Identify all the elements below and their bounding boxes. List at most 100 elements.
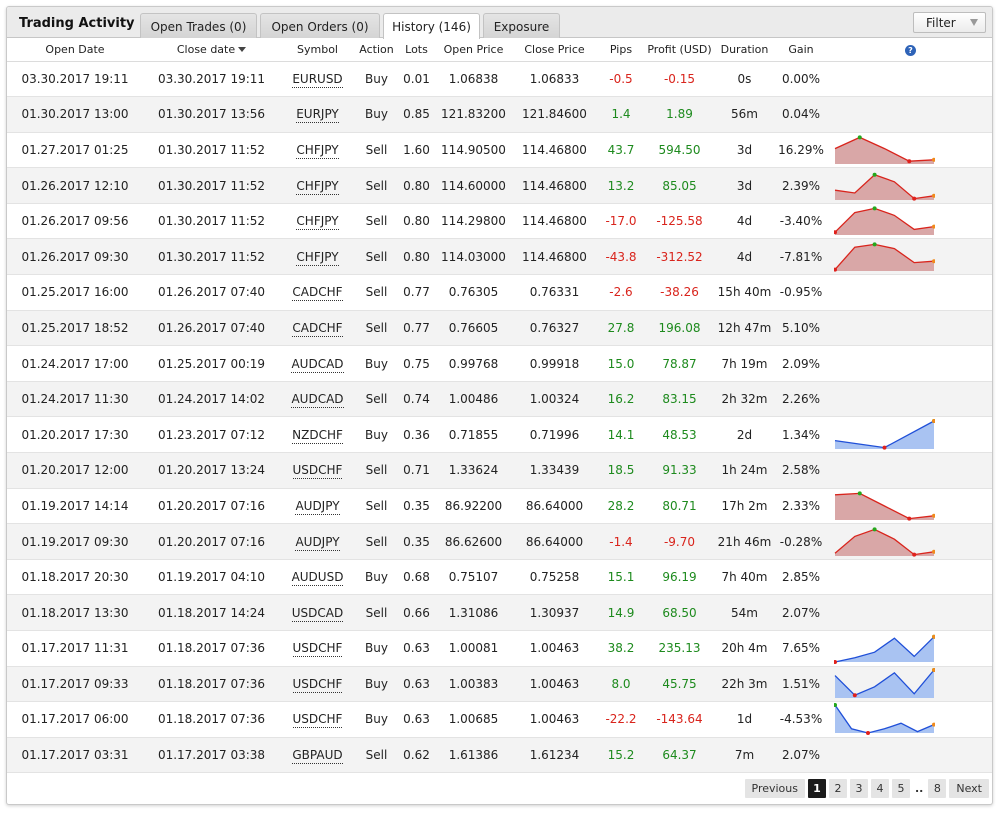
- tab-open-trades[interactable]: Open Trades (0): [140, 13, 257, 38]
- symbol-link[interactable]: USDCAD: [291, 605, 344, 622]
- pagination: Previous 1 2 3 4 5 .. 8 Next: [744, 778, 989, 798]
- symbol-link[interactable]: CADCHF: [292, 285, 343, 302]
- table-header-row: Open Date Close date Symbol Action Lots …: [7, 38, 992, 62]
- cell-duration: 4d: [714, 238, 775, 276]
- sparkline-area: [835, 528, 934, 556]
- page-3[interactable]: 3: [850, 778, 868, 798]
- col-duration[interactable]: Duration: [714, 38, 775, 62]
- symbol-link[interactable]: AUDJPY: [295, 534, 340, 551]
- cell-symbol: AUDJPY: [280, 523, 355, 560]
- tab-open-orders[interactable]: Open Orders (0): [260, 13, 380, 38]
- symbol-link[interactable]: USDCHF: [292, 676, 343, 693]
- cell-symbol: USDCHF: [280, 452, 355, 489]
- symbol-link[interactable]: CHFJPY: [296, 142, 339, 159]
- tab-exposure[interactable]: Exposure: [483, 13, 560, 38]
- col-lots[interactable]: Lots: [398, 38, 435, 62]
- symbol-link[interactable]: USDCHF: [292, 712, 343, 729]
- col-close-price[interactable]: Close Price: [512, 38, 597, 62]
- table-row[interactable]: 01.26.2017 09:56 01.30.2017 11:52 CHFJPY Se…: [7, 203, 992, 240]
- cell-close-date: 03.30.2017 19:11: [143, 61, 280, 98]
- symbol-link[interactable]: USDCHF: [292, 463, 343, 480]
- symbol-link[interactable]: AUDJPY: [295, 498, 340, 515]
- help-icon[interactable]: ?: [905, 44, 916, 56]
- table-row[interactable]: 01.20.2017 17:30 01.23.2017 07:12 NZDCHF Bu…: [7, 416, 992, 454]
- symbol-link[interactable]: GBPAUD: [292, 748, 343, 765]
- page-4[interactable]: 4: [871, 778, 889, 798]
- table-row[interactable]: 01.24.2017 11:30 01.24.2017 14:02 AUDCAD Se…: [7, 381, 992, 418]
- cell-gain: 2.09%: [775, 345, 827, 382]
- col-open-price[interactable]: Open Price: [435, 38, 512, 62]
- cell-duration: 54m: [714, 594, 775, 631]
- symbol-link[interactable]: AUDCAD: [291, 356, 344, 373]
- table-row[interactable]: 01.19.2017 09:30 01.20.2017 07:16 AUDJPY Se…: [7, 523, 992, 560]
- table-row[interactable]: 01.17.2017 11:31 01.18.2017 07:36 USDCHF Bu…: [7, 630, 992, 667]
- page-8[interactable]: 8: [928, 778, 947, 798]
- cell-profit: 235.13: [645, 630, 714, 667]
- symbol-link[interactable]: AUDUSD: [291, 570, 344, 587]
- cell-pips: 13.2: [597, 167, 645, 204]
- symbol-link[interactable]: USDCHF: [292, 641, 343, 658]
- col-open-date[interactable]: Open Date: [7, 38, 143, 62]
- table-row[interactable]: 03.30.2017 19:11 03.30.2017 19:11 EURUSD Bu…: [7, 61, 992, 98]
- sparkline-max-marker: [872, 206, 877, 211]
- page-1[interactable]: 1: [808, 778, 826, 798]
- table-row[interactable]: 01.30.2017 13:00 01.30.2017 13:56 EURJPY Bu…: [7, 96, 992, 133]
- col-action[interactable]: Action: [355, 38, 398, 62]
- filter-button[interactable]: Filter: [913, 12, 986, 33]
- symbol-link[interactable]: CHFJPY: [296, 178, 339, 195]
- table-row[interactable]: 01.27.2017 01:25 01.30.2017 11:52 CHFJPY Se…: [7, 132, 992, 169]
- table-row[interactable]: 01.18.2017 20:30 01.19.2017 04:10 AUDUSD Bu…: [7, 559, 992, 596]
- symbol-link[interactable]: NZDCHF: [292, 427, 343, 444]
- col-symbol[interactable]: Symbol: [280, 38, 355, 62]
- cell-sparkline: [827, 167, 992, 204]
- sparkline-chart: [834, 242, 935, 272]
- tab-history[interactable]: History (146): [383, 13, 480, 39]
- cell-action: Buy: [355, 559, 398, 596]
- cell-lots: 1.60: [398, 132, 435, 169]
- sparkline-chart: [834, 172, 935, 201]
- table-row[interactable]: 01.20.2017 12:00 01.20.2017 13:24 USDCHF Se…: [7, 452, 992, 489]
- cell-open-date: 01.17.2017 06:00: [7, 701, 143, 738]
- table-row[interactable]: 01.19.2017 14:14 01.20.2017 07:16 AUDJPY Se…: [7, 488, 992, 525]
- pagination-previous[interactable]: Previous: [744, 778, 805, 798]
- cell-symbol: CADCHF: [280, 274, 355, 311]
- col-profit[interactable]: Profit (USD): [645, 38, 714, 62]
- col-gain[interactable]: Gain: [775, 38, 827, 62]
- table-row[interactable]: 01.17.2017 03:31 01.17.2017 03:38 GBPAUD Se…: [7, 737, 992, 774]
- col-pips[interactable]: Pips: [597, 38, 645, 62]
- cell-sparkline: [827, 203, 992, 240]
- symbol-link[interactable]: EURJPY: [296, 107, 339, 124]
- symbol-link[interactable]: CHFJPY: [296, 249, 339, 266]
- col-close-date[interactable]: Close date: [143, 38, 280, 62]
- symbol-link[interactable]: CADCHF: [292, 320, 343, 337]
- cell-open-date: 01.18.2017 20:30: [7, 559, 143, 596]
- page-2[interactable]: 2: [829, 778, 847, 798]
- cell-open-price: 114.90500: [435, 132, 512, 169]
- table-row[interactable]: 01.24.2017 17:00 01.25.2017 00:19 AUDCAD Bu…: [7, 345, 992, 382]
- cell-lots: 0.77: [398, 274, 435, 311]
- table-row[interactable]: 01.17.2017 06:00 01.18.2017 07:36 USDCHF Bu…: [7, 701, 992, 738]
- col-close-date-label: Close date: [176, 42, 236, 56]
- symbol-link[interactable]: AUDCAD: [291, 392, 344, 409]
- symbol-link[interactable]: CHFJPY: [296, 214, 339, 231]
- cell-lots: 0.62: [398, 737, 435, 774]
- pagination-next[interactable]: Next: [949, 778, 989, 798]
- table-row[interactable]: 01.26.2017 12:10 01.30.2017 11:52 CHFJPY Se…: [7, 167, 992, 204]
- symbol-link[interactable]: EURUSD: [292, 71, 343, 88]
- table-row[interactable]: 01.25.2017 18:52 01.26.2017 07:40 CADCHF Se…: [7, 310, 992, 347]
- cell-close-date: 01.17.2017 03:38: [143, 737, 280, 774]
- cell-gain: 2.85%: [775, 559, 827, 596]
- cell-action: Sell: [355, 737, 398, 774]
- sparkline-chart: [834, 418, 935, 450]
- table-row[interactable]: 01.26.2017 09:30 01.30.2017 11:52 CHFJPY Se…: [7, 238, 992, 276]
- page-5[interactable]: 5: [892, 778, 910, 798]
- cell-profit: 64.37: [645, 737, 714, 774]
- table-row[interactable]: 01.25.2017 16:00 01.26.2017 07:40 CADCHF Se…: [7, 274, 992, 311]
- cell-close-price: 114.46800: [512, 132, 597, 169]
- cell-sparkline: [827, 488, 992, 525]
- table-row[interactable]: 01.18.2017 13:30 01.18.2017 14:24 USDCAD Se…: [7, 594, 992, 631]
- cell-duration: 56m: [714, 96, 775, 133]
- table-row[interactable]: 01.17.2017 09:33 01.18.2017 07:36 USDCHF Bu…: [7, 666, 992, 703]
- cell-close-price: 1.00463: [512, 701, 597, 738]
- cell-duration: 15h 40m: [714, 274, 775, 311]
